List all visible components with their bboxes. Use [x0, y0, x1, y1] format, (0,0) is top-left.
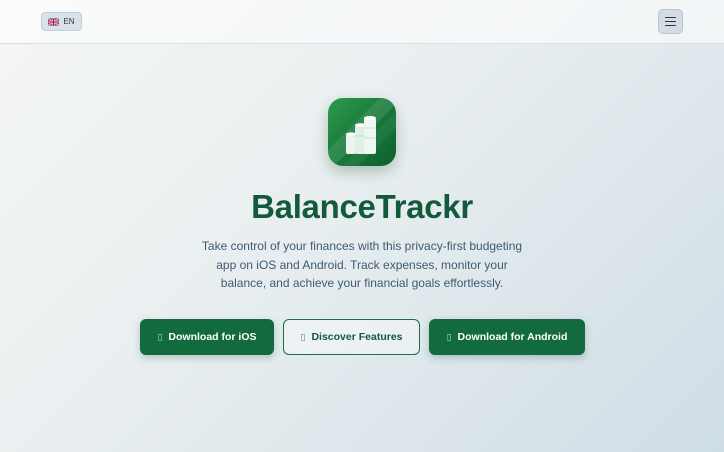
app-description: Take control of your finances with this … [201, 239, 523, 290]
app-title: BalanceTrackr [251, 188, 473, 225]
uk-flag-icon [48, 17, 60, 26]
download-ios-label: Download for iOS [168, 331, 257, 343]
top-navigation-bar: EN [0, 0, 724, 44]
hamburger-menu-icon-bar [665, 24, 676, 27]
download-ios-button[interactable]: ▯ Download for iOS [140, 319, 274, 355]
language-selector-button[interactable]: EN [41, 12, 82, 31]
hamburger-menu-icon-bar [665, 16, 676, 19]
download-android-button[interactable]: ▯ Download for Android [429, 319, 585, 355]
info-icon: ▯ [300, 331, 306, 342]
balance-chart-app-icon [328, 98, 396, 166]
language-label: EN [63, 17, 75, 26]
android-icon: ▯ [446, 331, 452, 342]
apple-icon: ▯ [157, 331, 163, 342]
discover-features-label: Discover Features [311, 331, 403, 343]
discover-features-button[interactable]: ▯ Discover Features [283, 319, 420, 355]
hamburger-menu-button[interactable] [658, 9, 683, 34]
download-android-label: Download for Android [457, 331, 568, 343]
hamburger-menu-icon-bar [665, 20, 676, 23]
